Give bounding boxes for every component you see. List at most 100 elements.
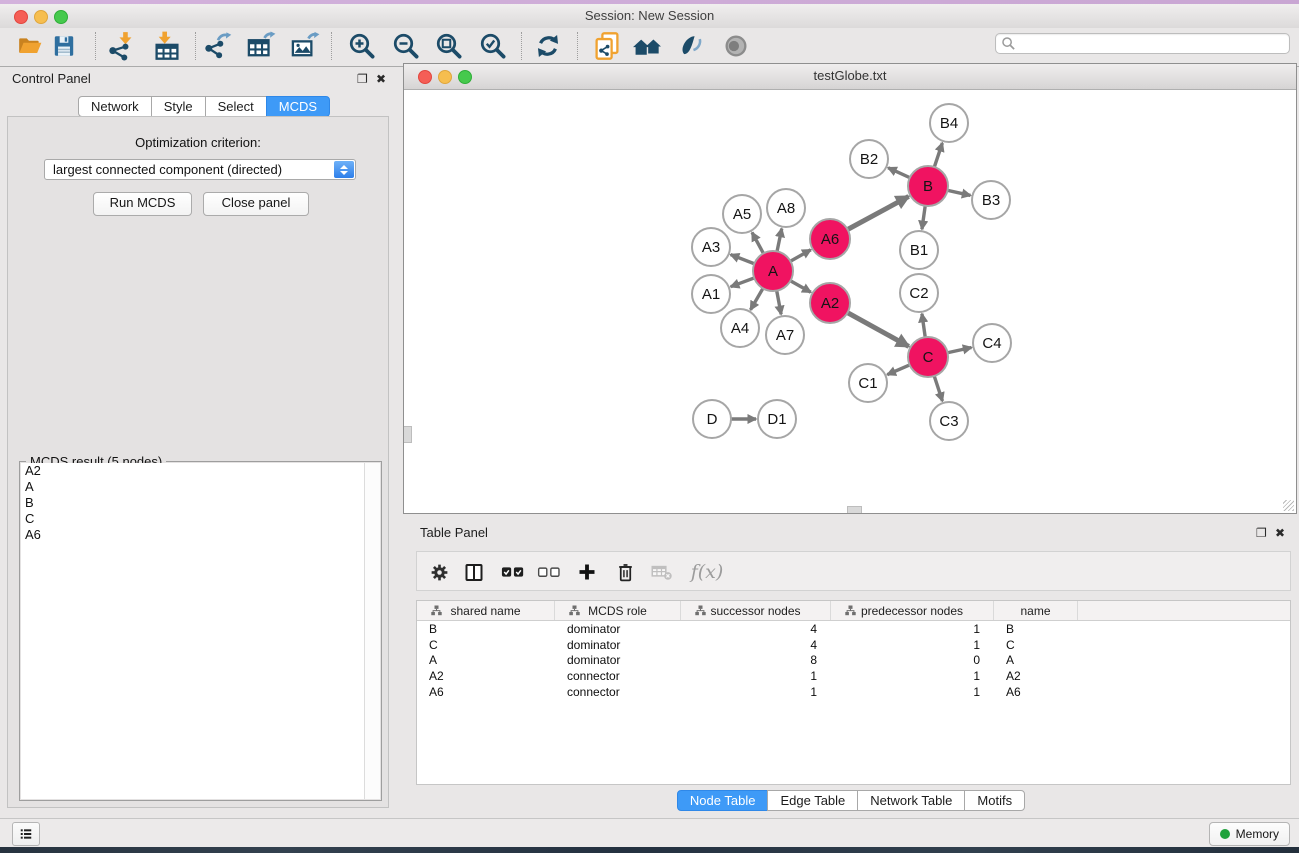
- column-header-mcds-role[interactable]: MCDS role: [555, 601, 681, 620]
- zoom-in-icon[interactable]: [346, 30, 378, 62]
- export-table-icon[interactable]: [245, 30, 277, 62]
- settings-gear-icon[interactable]: [427, 560, 451, 584]
- node-D[interactable]: D: [693, 400, 731, 438]
- horizontal-scroll-thumb[interactable]: [847, 506, 862, 513]
- node-A8[interactable]: A8: [767, 189, 805, 227]
- open-session-icon[interactable]: [14, 30, 46, 62]
- search-input[interactable]: [995, 33, 1290, 54]
- tab-motifs[interactable]: Motifs: [964, 790, 1025, 811]
- table-row-a[interactable]: Adominator80A: [417, 653, 1290, 669]
- node-B2[interactable]: B2: [850, 140, 888, 178]
- node-A5[interactable]: A5: [723, 195, 761, 233]
- import-table-icon[interactable]: [151, 30, 183, 62]
- tab-mcds[interactable]: MCDS: [266, 96, 330, 117]
- node-C3[interactable]: C3: [930, 402, 968, 440]
- criterion-dropdown[interactable]: largest connected component (directed): [44, 159, 356, 180]
- cell-predecessor-nodes: 1: [831, 622, 994, 636]
- node-A3[interactable]: A3: [692, 228, 730, 266]
- show-panels-button[interactable]: [12, 822, 40, 846]
- cell-shared-name: A: [417, 653, 555, 667]
- node-B3[interactable]: B3: [972, 181, 1010, 219]
- close-panel-icon[interactable]: ✖: [376, 72, 386, 86]
- run-mcds-button[interactable]: Run MCDS: [93, 192, 192, 216]
- node-table[interactable]: shared nameMCDS rolesuccessor nodesprede…: [416, 600, 1291, 785]
- toolbar-separator: [577, 32, 578, 60]
- minimize-window-button[interactable]: [34, 10, 48, 24]
- column-header-name[interactable]: name: [994, 601, 1078, 620]
- result-scrollbar[interactable]: [364, 463, 380, 799]
- tab-edge-table[interactable]: Edge Table: [767, 790, 858, 811]
- deselect-all-checkboxes-icon[interactable]: [537, 560, 561, 584]
- node-C1[interactable]: C1: [849, 364, 887, 402]
- network-window-titlebar[interactable]: testGlobe.txt: [404, 64, 1296, 90]
- node-C4[interactable]: C4: [973, 324, 1011, 362]
- tab-node-table[interactable]: Node Table: [677, 790, 769, 811]
- node-A[interactable]: A: [753, 251, 793, 291]
- cell-successor-nodes: 4: [681, 638, 831, 652]
- tab-network[interactable]: Network: [78, 96, 152, 117]
- network-canvas[interactable]: B4 B2 B B3 A8A5 A6 A3 B1 A C2 A1 A2 A4A7 C4 C C1 C3 D D1: [404, 90, 1296, 513]
- select-all-checkboxes-icon[interactable]: [501, 560, 525, 584]
- svg-text:A1: A1: [702, 286, 720, 303]
- node-A6[interactable]: A6: [810, 219, 850, 259]
- import-network-icon[interactable]: [106, 30, 138, 62]
- home-icon[interactable]: [631, 30, 663, 62]
- table-row-c[interactable]: Cdominator41C: [417, 637, 1290, 653]
- save-session-icon[interactable]: [48, 30, 80, 62]
- node-C[interactable]: C: [908, 337, 948, 377]
- export-network-icon[interactable]: [202, 30, 234, 62]
- add-column-icon[interactable]: [575, 560, 599, 584]
- table-float-panel-icon[interactable]: ❐: [1256, 526, 1267, 540]
- column-header-filler: [1078, 601, 1290, 620]
- result-item-a6[interactable]: A6: [21, 527, 380, 543]
- search-icon: [1001, 36, 1016, 51]
- tab-network-table[interactable]: Network Table: [857, 790, 965, 811]
- memory-button[interactable]: Memory: [1209, 822, 1290, 846]
- zoom-selected-icon[interactable]: [477, 30, 509, 62]
- result-item-b[interactable]: B: [21, 495, 380, 511]
- column-header-predecessor-nodes[interactable]: predecessor nodes: [831, 601, 994, 620]
- vertical-scroll-thumb[interactable]: [404, 426, 412, 443]
- delete-column-icon[interactable]: [613, 560, 637, 584]
- column-header-successor-nodes[interactable]: successor nodes: [681, 601, 831, 620]
- column-panel-icon[interactable]: [462, 560, 486, 584]
- tab-style[interactable]: Style: [151, 96, 206, 117]
- column-header-shared-name[interactable]: shared name: [417, 601, 555, 620]
- zoom-window-button[interactable]: [54, 10, 68, 24]
- network-zoom-button[interactable]: [458, 70, 472, 84]
- zoom-out-icon[interactable]: [390, 30, 422, 62]
- graphics-details-icon[interactable]: [674, 30, 706, 62]
- float-panel-icon[interactable]: ❐: [357, 72, 368, 86]
- node-A1[interactable]: A1: [692, 275, 730, 313]
- table-row-a2[interactable]: A2connector11A2: [417, 668, 1290, 684]
- close-window-button[interactable]: [14, 10, 28, 24]
- node-A2[interactable]: A2: [810, 283, 850, 323]
- toolbar-separator: [521, 32, 522, 60]
- result-item-c[interactable]: C: [21, 511, 380, 527]
- node-A4[interactable]: A4: [721, 309, 759, 347]
- export-image-icon[interactable]: [289, 30, 321, 62]
- network-view-window: testGlobe.txt B4 B2 B B3 A8A5 A6 A3 B1 A C2 A1 A2 A4…: [403, 63, 1297, 514]
- table-row-a6[interactable]: A6connector11A6: [417, 684, 1290, 700]
- node-C2[interactable]: C2: [900, 274, 938, 312]
- mcds-result-list[interactable]: A2ABCA6: [21, 463, 380, 799]
- result-item-a2[interactable]: A2: [21, 463, 380, 479]
- zoom-fit-icon[interactable]: [433, 30, 465, 62]
- close-panel-button[interactable]: Close panel: [203, 192, 309, 216]
- resize-grip[interactable]: [1283, 500, 1294, 511]
- node-B4[interactable]: B4: [930, 104, 968, 142]
- node-B[interactable]: B: [908, 166, 948, 206]
- birds-eye-icon[interactable]: [720, 30, 752, 62]
- table-close-panel-icon[interactable]: ✖: [1275, 526, 1285, 540]
- node-B1[interactable]: B1: [900, 231, 938, 269]
- refresh-icon[interactable]: [532, 30, 564, 62]
- svg-text:D: D: [707, 411, 718, 428]
- clone-network-icon[interactable]: [591, 30, 623, 62]
- node-A7[interactable]: A7: [766, 316, 804, 354]
- network-close-button[interactable]: [418, 70, 432, 84]
- tab-select[interactable]: Select: [205, 96, 267, 117]
- node-D1[interactable]: D1: [758, 400, 796, 438]
- network-minimize-button[interactable]: [438, 70, 452, 84]
- result-item-a[interactable]: A: [21, 479, 380, 495]
- table-row-b[interactable]: Bdominator41B: [417, 621, 1290, 637]
